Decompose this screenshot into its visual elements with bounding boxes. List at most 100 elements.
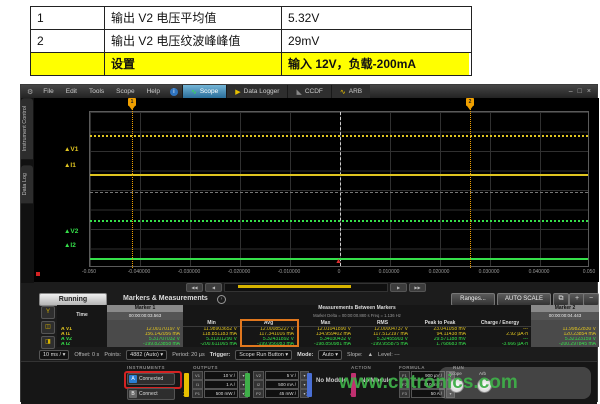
row-number: 2 [31,30,105,52]
instrument-a-chip: A [129,375,137,383]
table-row: 2 输出 V2 电压纹波峰峰值 29mV [31,30,471,53]
gear-icon[interactable]: ⚙ [21,88,37,96]
instrument-b-connect-button[interactable]: B Connect [127,388,175,400]
marker-2-flag[interactable]: 2 [466,98,474,106]
trigger-source-dropdown[interactable]: Scope Run Button ▾ [235,350,292,360]
i2-pp: 1.768683 mA [411,342,469,347]
expand-icon[interactable]: › [217,295,226,304]
i2-min: -200.611065 mA [183,342,240,347]
module1-power-row: P1 500 mW / ▾ [192,390,248,397]
scroll-thumb[interactable] [238,285,351,288]
tab-data-logger[interactable]: ▶ Data Logger [226,85,287,98]
maximize-button[interactable]: □ [578,88,582,95]
marker-tool-icon[interactable]: ◫ [41,321,55,334]
slope-icon[interactable]: ▲ [368,352,373,358]
trace-label-v1[interactable]: ▲V1 [64,146,88,153]
info-icon[interactable]: i [170,88,178,96]
close-button[interactable]: × [587,88,591,95]
instruments-header: INSTRUMENTS [127,365,165,370]
scroll-prev-button[interactable]: ◀ [205,283,222,292]
col-header-avg[interactable]: Avg [240,320,297,327]
watermark-text: www.cntronics.com [339,372,518,394]
instrument-b-chip: B [129,390,137,398]
trace-label-i1[interactable]: ▲I1 [64,162,88,169]
measurement-tool-icon[interactable]: ◨ [41,336,55,349]
x-tick: -0.030000 [167,269,211,275]
menu-help[interactable]: Help [141,88,166,95]
instrument-a-connected-button[interactable]: A Connected [127,373,175,385]
marker-2-line [470,107,471,268]
row-label-i2: A I2 [57,342,107,347]
scroll-track[interactable] [224,283,388,292]
mode-dropdown[interactable]: Auto ▾ [318,350,342,360]
tab-scope[interactable]: ∿ Scope [182,85,226,98]
formula-header: FORMULA [399,365,425,370]
chart-scrollbar: ◀◀ ◀ ▶ ▶▶ [186,283,426,291]
waveform-icon: ∿ [191,88,197,96]
p1-chip: P1 [192,389,203,398]
col-header-peak-to-peak[interactable]: Peak to Peak [411,320,469,327]
p2-chip: P2 [253,389,264,398]
scroll-last-button[interactable]: ▶▶ [409,283,426,292]
i2-avg: -199.956083 mA [240,342,297,347]
module3-number: 3 [306,392,309,398]
col-header-rms[interactable]: RMS [354,320,411,327]
x-tick: 0.040000 [517,269,561,275]
col-header-charge-energy[interactable]: Charge / Energy [469,320,531,327]
trace-v2 [90,220,588,222]
col-header-min[interactable]: Min [183,320,240,327]
col-header-max[interactable]: Max [297,320,354,327]
ccdf-curve-icon: ◣ [296,88,301,96]
i2-marker2: -200.297845 mA [531,342,599,347]
mode-label: Mode: [297,352,313,358]
scroll-next-button[interactable]: ▶ [390,283,407,292]
trace-i1 [90,174,588,176]
p1-setting: 500 mW / [204,389,238,398]
i1-setting: 1 A / [204,380,238,389]
menu-edit[interactable]: Edit [60,88,83,95]
marker-1-flag[interactable]: 1 [128,98,136,106]
x-tick: 0 [317,269,361,275]
scroll-first-button[interactable]: ◀◀ [186,283,203,292]
ground-reference-icon [36,272,40,276]
side-tab-data-log[interactable]: Data Log [21,165,33,203]
menu-scope[interactable]: Scope [110,88,140,95]
row-number [31,53,105,75]
trace-label-v2[interactable]: ▲V2 [64,228,88,235]
action-header: ACTION [351,365,371,370]
trace-label-i2[interactable]: ▲I2 [64,242,88,249]
menu-file[interactable]: File [37,88,59,95]
arb-waveform-icon: ∿ [340,88,346,96]
i2-rms: -199.955875 mA [354,342,411,347]
timebase-dropdown[interactable]: 10 ms / ▾ [39,350,69,360]
i2-chip: I2 [253,380,264,389]
i2-marker1: -199.823858 mA [107,342,183,347]
col-header-time: Time [57,305,107,327]
between-markers-subtext: Marker Delta = 00:00:00.880 s Freq = 1.1… [183,312,531,320]
x-tick: 0.010000 [367,269,411,275]
module2-power-row: P2 45 mW / ▾ [253,390,309,397]
x-tick: -0.040000 [117,269,161,275]
menu-tools[interactable]: Tools [83,88,110,95]
module2-current-row: I2 500 mA / ▾ [253,381,309,388]
module1-number: 1 [183,392,186,398]
plot-area[interactable] [89,111,589,267]
marker2-time: 00:00:00:04.443 [531,312,599,320]
tab-arb[interactable]: ∿ ARB [331,85,370,98]
v1-setting: 10 V / [204,371,238,380]
tab-ccdf[interactable]: ◣ CCDF [287,85,330,98]
row-number: 1 [31,7,105,29]
x-tick: -0.020000 [217,269,261,275]
x-tick: 0.020000 [417,269,461,275]
v1-chip: V1 [192,371,203,380]
minimize-button[interactable]: – [569,88,573,95]
p2-setting: 45 mW / [265,389,299,398]
instrument-panel: INSTRUMENTS OUTPUTS ACTION FORMULA RUN A… [21,361,597,404]
row-value: 输入 12V，负载-200mA [282,53,469,75]
side-tab-instrument-control[interactable]: Instrument Control [21,98,33,159]
trigger-point-icon[interactable]: ▲ [335,258,342,265]
i1-chip: I1 [192,380,203,389]
period-label: Period: 20 µs [172,352,205,358]
points-dropdown[interactable]: 4882 (Auto) ▾ [126,350,167,360]
filter-icon[interactable]: Y [41,306,55,319]
